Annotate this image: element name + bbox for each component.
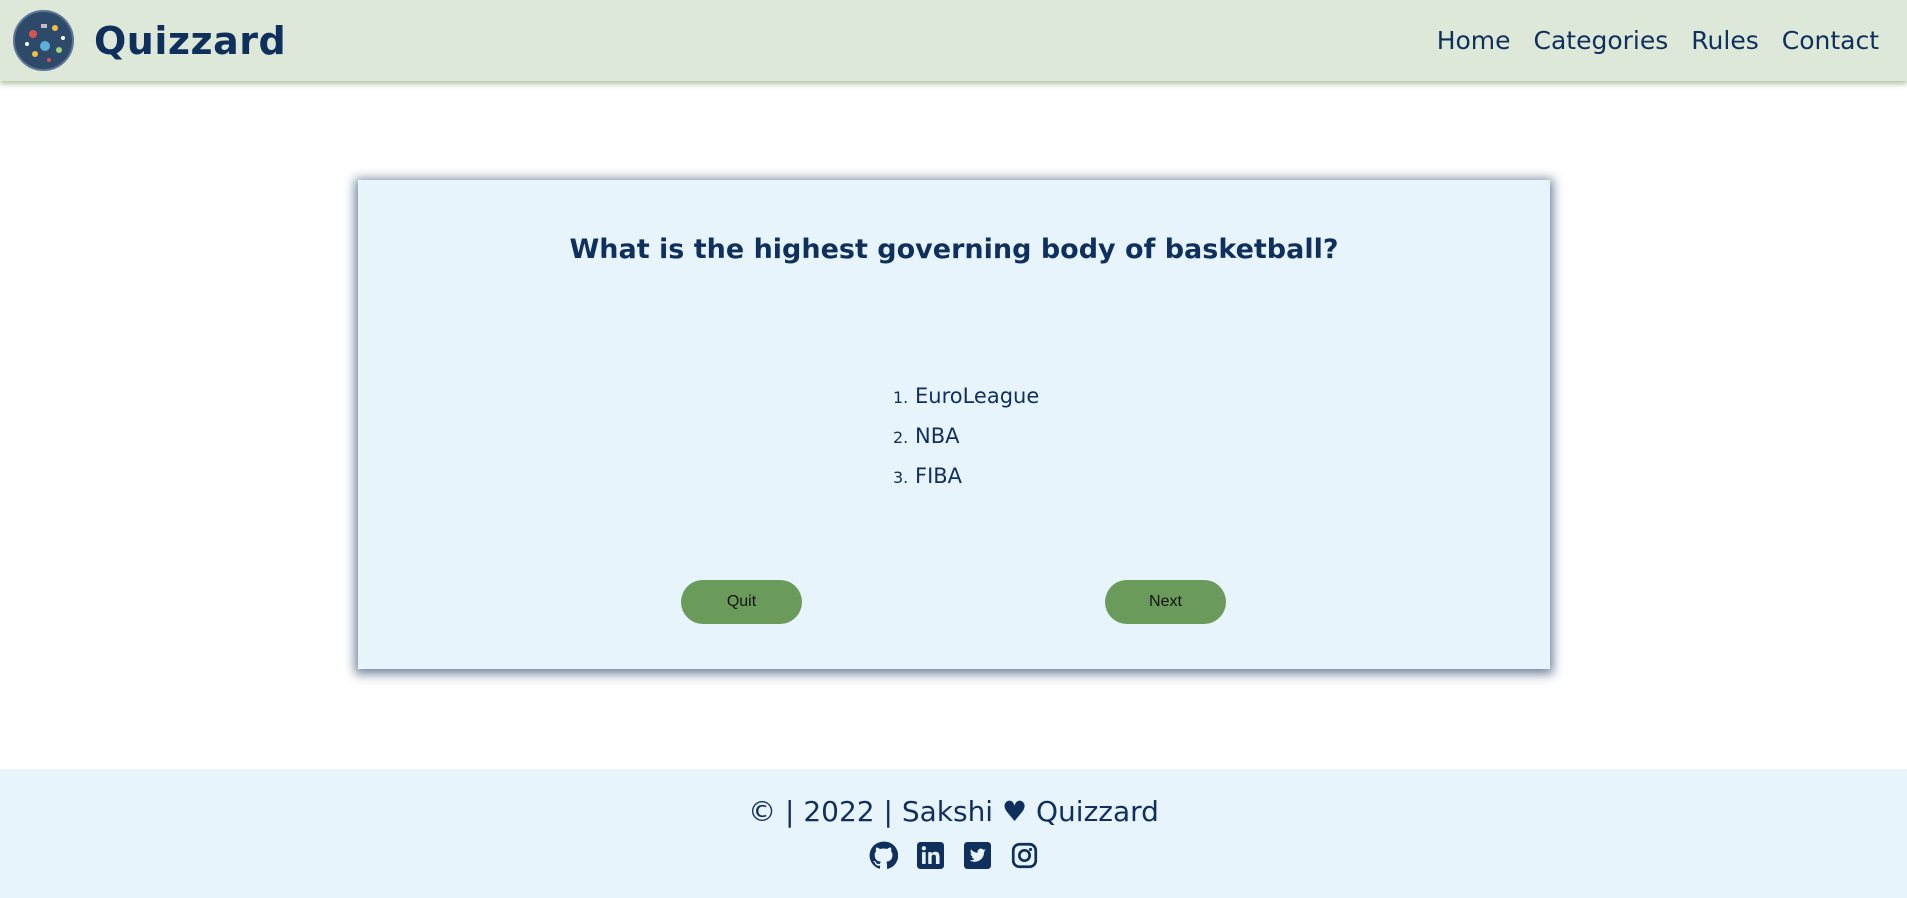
brand-name[interactable]: Quizzard (94, 19, 286, 63)
linkedin-icon[interactable] (916, 841, 945, 870)
option-label: NBA (915, 424, 960, 448)
quiz-card: What is the highest governing body of ba… (358, 180, 1550, 669)
options-list: 1. EuroLeague 2. NBA 3. FIBA (893, 384, 1039, 504)
quit-button[interactable]: Quit (681, 580, 802, 624)
footer-text: © | 2022 | Sakshi ♥ Quizzard (0, 795, 1907, 828)
nav-link-categories[interactable]: Categories (1534, 26, 1669, 55)
heart-icon: ♥ (1002, 795, 1028, 828)
question-text: What is the highest governing body of ba… (569, 234, 1339, 265)
separator: | (883, 795, 893, 828)
option-label: FIBA (915, 464, 963, 488)
social-links (0, 841, 1907, 870)
navbar: Quizzard Home Categories Rules Contact (0, 0, 1907, 81)
instagram-icon[interactable] (1010, 841, 1039, 870)
footer-year: 2022 (803, 795, 875, 828)
option-item[interactable]: 1. EuroLeague (893, 384, 1039, 424)
twitter-icon[interactable] (963, 841, 992, 870)
nav-links: Home Categories Rules Contact (1414, 26, 1879, 55)
footer-author: Sakshi (901, 795, 994, 828)
option-number: 3. (893, 468, 909, 487)
github-icon[interactable] (869, 841, 898, 870)
option-item[interactable]: 2. NBA (893, 424, 1039, 464)
option-number: 2. (893, 428, 909, 447)
option-number: 1. (893, 388, 909, 407)
option-label: EuroLeague (915, 384, 1040, 408)
footer-brand: Quizzard (1036, 795, 1159, 828)
nav-link-home[interactable]: Home (1437, 26, 1511, 55)
footer: © | 2022 | Sakshi ♥ Quizzard (0, 769, 1907, 898)
copyright-symbol: © (748, 795, 777, 828)
brand[interactable]: Quizzard (13, 10, 286, 71)
nav-link-rules[interactable]: Rules (1691, 26, 1758, 55)
separator: | (784, 795, 795, 828)
option-item[interactable]: 3. FIBA (893, 464, 1039, 504)
next-button[interactable]: Next (1105, 580, 1226, 624)
logo-icon[interactable] (13, 10, 74, 71)
nav-link-contact[interactable]: Contact (1782, 26, 1879, 55)
